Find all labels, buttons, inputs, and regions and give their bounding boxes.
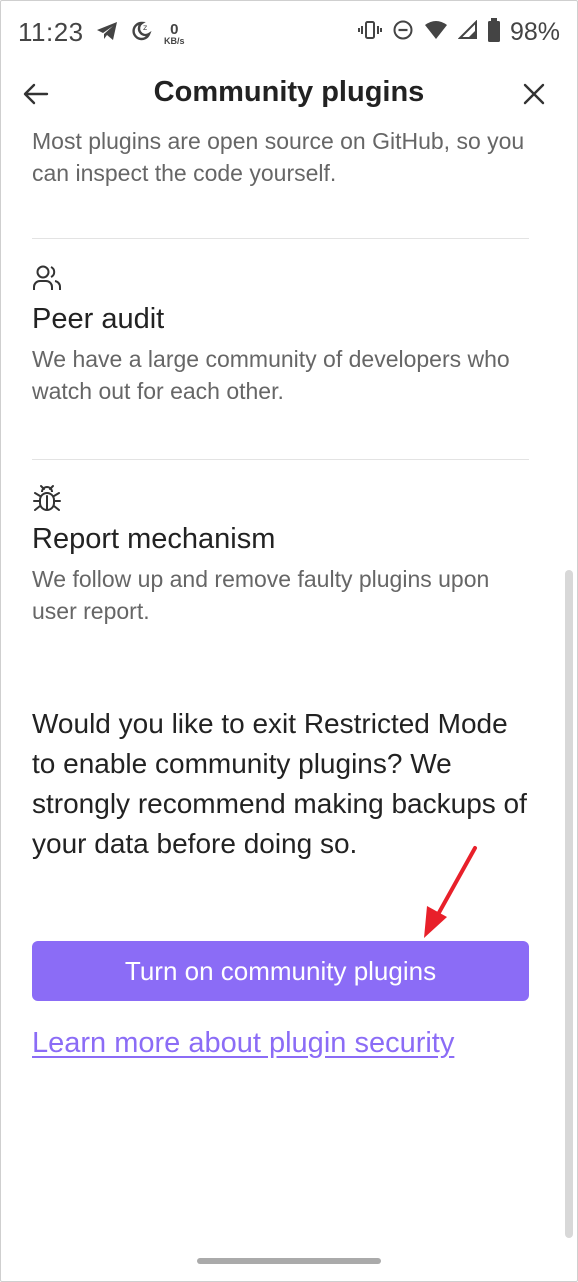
dnd-icon [392,19,414,46]
bug-icon [32,485,62,518]
open-source-description: Most plugins are open source on GitHub, … [32,130,525,186]
network-speed-value: 0 [170,20,179,38]
close-icon [523,83,545,105]
vibrate-icon [357,19,382,46]
status-left-icons: z 0 KB/s [96,20,185,47]
peer-audit-description: We have a large community of developers … [32,346,510,404]
peer-audit-section: Peer audit We have a large community of … [32,264,529,407]
do-not-disturb-moon-icon: z [130,20,152,47]
close-button[interactable] [514,74,554,114]
status-bar: 11:23 z 0 KB/s 98% [0,0,578,66]
telegram-icon [96,21,118,46]
status-right-icons: 98% [357,18,560,47]
battery-icon [487,18,500,47]
report-mechanism-section: Report mechanism We follow up and remove… [32,484,529,627]
report-mechanism-description: We follow up and remove faulty plugins u… [32,566,490,624]
peer-audit-title: Peer audit [32,303,165,335]
turn-on-community-plugins-button[interactable]: Turn on community plugins [32,941,529,1001]
learn-more-link[interactable]: Learn more about plugin security [32,1027,454,1060]
scrollbar[interactable] [565,570,573,1238]
cell-signal-icon [457,19,478,45]
network-speed: 0 KB/s [164,22,185,46]
restricted-mode-prompt: Would you like to exit Restricted Mode t… [32,708,527,859]
page-title: Community plugins [153,76,425,108]
wifi-icon [424,20,448,45]
app-header: Community plugins [0,66,578,130]
scroll-content[interactable]: Most plugins are open source on GitHub, … [0,130,578,1240]
divider [32,459,529,460]
gesture-nav-handle[interactable] [197,1258,381,1264]
users-icon [32,265,62,296]
report-mechanism-title: Report mechanism [32,523,276,555]
status-time: 11:23 [18,17,84,47]
network-speed-unit: KB/s [164,35,185,46]
battery-percent: 98% [509,18,560,46]
divider [32,238,529,239]
svg-text:z: z [143,23,147,32]
